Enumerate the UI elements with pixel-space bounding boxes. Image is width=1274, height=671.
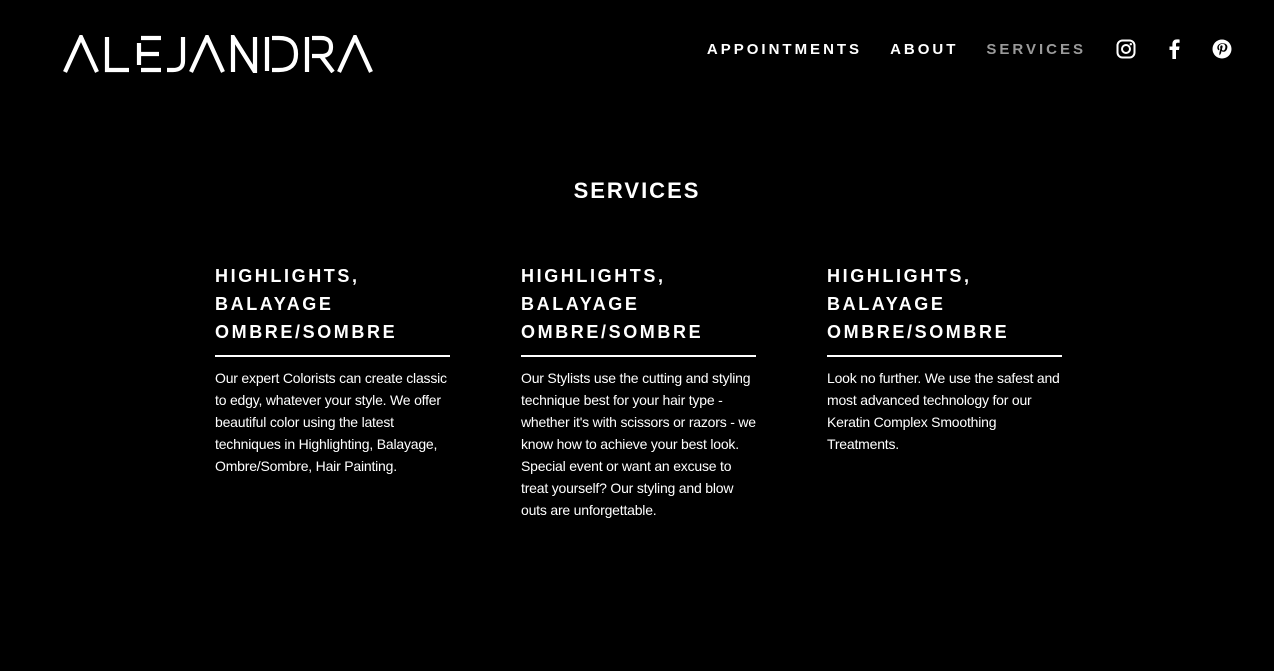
service-heading: HIGHLIGHTS, BALAYAGE OMBRE/SOMBRE [215, 262, 450, 346]
service-heading-line: HIGHLIGHTS, [827, 266, 972, 286]
divider [215, 355, 450, 357]
service-heading: HIGHLIGHTS, BALAYAGE OMBRE/SOMBRE [827, 262, 1062, 346]
service-description: Our expert Colorists can create classic … [215, 370, 447, 474]
main-nav: APPOINTMENTS ABOUT SERVICES [707, 38, 1232, 60]
logo[interactable] [63, 35, 375, 73]
service-heading-line: OMBRE/SOMBRE [521, 322, 704, 342]
service-heading-line: BALAYAGE [521, 294, 640, 314]
service-card: HIGHLIGHTS, BALAYAGE OMBRE/SOMBRE Look n… [827, 262, 1062, 521]
page-title: SERVICES [573, 178, 701, 203]
services-list: HIGHLIGHTS, BALAYAGE OMBRE/SOMBRE Our ex… [215, 262, 1062, 521]
service-heading-line: BALAYAGE [827, 294, 946, 314]
instagram-icon[interactable] [1116, 39, 1136, 59]
service-description: Look no further. We use the safest and m… [827, 370, 1060, 452]
service-heading-line: BALAYAGE [215, 294, 334, 314]
facebook-icon[interactable] [1164, 39, 1184, 59]
service-card: HIGHLIGHTS, BALAYAGE OMBRE/SOMBRE Our St… [521, 262, 756, 521]
service-description: Our Stylists use the cutting and styling… [521, 370, 756, 518]
service-heading-line: OMBRE/SOMBRE [827, 322, 1010, 342]
page: APPOINTMENTS ABOUT SERVICES SERVICES HIG… [0, 0, 1274, 671]
nav-link-about[interactable]: ABOUT [890, 41, 958, 58]
divider [521, 355, 756, 357]
logo-wordmark [63, 35, 373, 73]
service-heading-line: OMBRE/SOMBRE [215, 322, 398, 342]
pinterest-icon[interactable] [1212, 39, 1232, 59]
service-heading-line: HIGHLIGHTS, [215, 266, 360, 286]
service-heading: HIGHLIGHTS, BALAYAGE OMBRE/SOMBRE [521, 262, 756, 346]
service-card: HIGHLIGHTS, BALAYAGE OMBRE/SOMBRE Our ex… [215, 262, 450, 521]
divider [827, 355, 1062, 357]
nav-link-appointments[interactable]: APPOINTMENTS [707, 41, 862, 58]
service-heading-line: HIGHLIGHTS, [521, 266, 666, 286]
nav-link-services[interactable]: SERVICES [986, 41, 1086, 58]
